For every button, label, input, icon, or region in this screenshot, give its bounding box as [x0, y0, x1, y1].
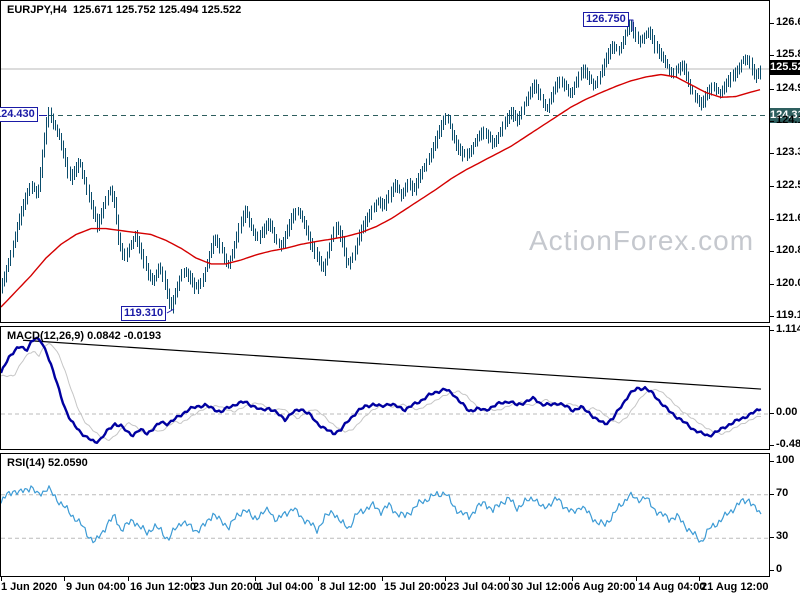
watermark: ActionForex.com [529, 225, 755, 256]
price-axis-label: 124.170 [776, 114, 800, 126]
price-axis-label: 123.345 [776, 146, 800, 158]
price-axis-label: 126.670 [776, 16, 800, 28]
price-axis-label: 120.020 [776, 277, 800, 289]
time-axis-label: 23 Jun 20:00 [193, 581, 260, 593]
time-axis-label: 21 Aug 12:00 [701, 581, 769, 593]
forex-chart: EURJPY,H4 125.671 125.752 125.494 125.52… [0, 0, 800, 600]
time-axis-tick [255, 577, 256, 581]
axis-tick [770, 23, 774, 24]
price-axis-label: 125.845 [776, 48, 800, 60]
time-axis-tick [191, 577, 192, 581]
rsi-axis-label: 0 [776, 563, 783, 575]
axis-tick [770, 461, 774, 462]
time-axis-label: 15 Jul 20:00 [384, 581, 447, 593]
time-axis-tick [64, 577, 65, 581]
time-axis-label: 16 Jun 12:00 [130, 581, 197, 593]
annotation-swing-high: 126.750 [583, 12, 629, 27]
axis-tick [770, 537, 774, 538]
time-axis-tick [636, 577, 637, 581]
rsi-axis-label: 70 [776, 487, 789, 499]
time-axis-label: 6 Aug 20:00 [574, 581, 636, 593]
time-axis-label: 1 Jul 04:00 [257, 581, 314, 593]
axis-tick [770, 284, 774, 285]
time-axis-label: 14 Aug 04:00 [638, 581, 706, 593]
current-price-box: 125.522 [770, 60, 800, 75]
rsi-panel: RSI(14) 52.0590 [0, 453, 770, 577]
rsi-axis-label: 30 [776, 530, 789, 542]
time-axis-tick [318, 577, 319, 581]
rsi-axis-label: 100 [776, 454, 795, 466]
time-axis-tick [699, 577, 700, 581]
axis-tick [770, 89, 774, 90]
time-axis-tick [382, 577, 383, 581]
price-plot [1, 19, 769, 314]
macd-axis-label: 1.1144 [776, 323, 800, 335]
axis-tick [770, 55, 774, 56]
macd-plot [1, 336, 769, 444]
axis-tick [770, 445, 774, 446]
price-panel: EURJPY,H4 125.671 125.752 125.494 125.52… [0, 0, 770, 323]
price-axis: 125.522 124.310 126.670125.845124.995124… [770, 0, 800, 600]
time-axis-tick [128, 577, 129, 581]
macd-axis-label: -0.4856 [776, 438, 800, 450]
axis-tick [770, 121, 774, 122]
price-axis-label: 124.995 [776, 82, 800, 94]
price-axis-label: 121.670 [776, 212, 800, 224]
axis-tick [770, 251, 774, 252]
symbol-title: EURJPY,H4 125.671 125.752 125.494 125.52… [7, 4, 242, 16]
macd-axis-label: 0.00 [776, 406, 798, 418]
rsi-plot [1, 485, 769, 544]
price-axis-label: 119.195 [776, 309, 800, 321]
axis-tick [770, 316, 774, 317]
time-axis-label: 8 Jul 12:00 [320, 581, 377, 593]
axis-tick [770, 219, 774, 220]
price-axis-label: 120.845 [776, 244, 800, 256]
axis-tick [770, 570, 774, 571]
time-axis-label: 9 Jun 04:00 [66, 581, 126, 593]
time-axis-label: 1 Jun 2020 [1, 581, 58, 593]
annotation-resistance: 124.430 [0, 107, 38, 122]
time-axis-label: 30 Jul 12:00 [511, 581, 574, 593]
axis-tick [770, 494, 774, 495]
rsi-label: RSI(14) 52.0590 [7, 457, 88, 469]
axis-tick [770, 186, 774, 187]
time-axis-tick [445, 577, 446, 581]
axis-tick [770, 330, 774, 331]
price-axis-label: 122.520 [776, 179, 800, 191]
time-axis-tick [572, 577, 573, 581]
axis-tick [770, 153, 774, 154]
time-axis-tick [509, 577, 510, 581]
axis-tick [770, 413, 774, 414]
annotation-swing-low: 119.310 [121, 306, 167, 321]
macd-panel: MACD(12,26,9) 0.0842 -0.0193 [0, 326, 770, 450]
macd-label: MACD(12,26,9) 0.0842 -0.0193 [7, 330, 162, 342]
time-axis-label: 23 Jul 04:00 [447, 581, 510, 593]
